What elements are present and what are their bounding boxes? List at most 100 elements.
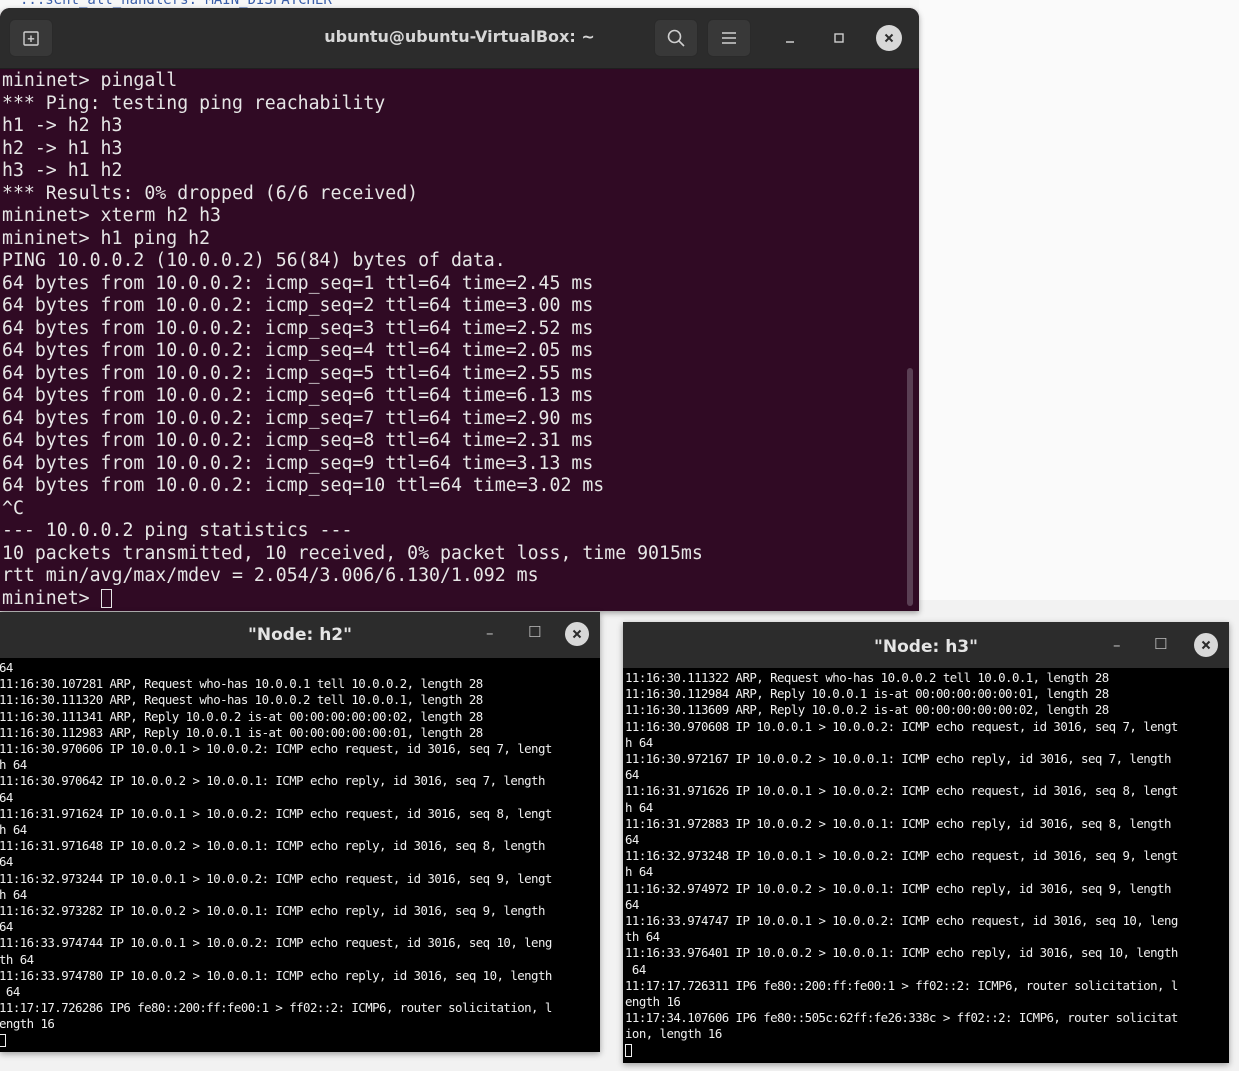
terminal-line: *** Ping: testing ping reachability bbox=[2, 92, 386, 114]
terminal-line: 64 bbox=[625, 896, 639, 912]
maximize-icon bbox=[834, 33, 844, 43]
xterm-h2-window[interactable]: "Node: h2" – ☐ 64 11:16:30.107281 ARP, Re… bbox=[0, 612, 600, 1052]
text-cursor bbox=[0, 1033, 6, 1047]
terminal-line: th 64 bbox=[625, 929, 660, 945]
background-desktop bbox=[919, 0, 1239, 600]
terminal-line: 64 bytes from 10.0.0.2: icmp_seq=7 ttl=6… bbox=[2, 407, 594, 429]
terminal-line: h2 -> h1 h3 bbox=[2, 137, 123, 159]
terminal-line: 64 bbox=[0, 660, 13, 675]
terminal-line: 11:17:34.107606 IP6 fe80::505c:62ff:fe26… bbox=[625, 1010, 1178, 1026]
terminal-line: 11:16:32.973244 IP 10.0.0.1 > 10.0.0.2: … bbox=[0, 870, 552, 886]
prompt-line[interactable] bbox=[625, 1043, 1229, 1059]
terminal-line: 11:16:33.974744 IP 10.0.0.1 > 10.0.0.2: … bbox=[0, 935, 552, 951]
terminal-line: 11:16:30.972167 IP 10.0.0.2 > 10.0.0.1: … bbox=[625, 751, 1171, 767]
close-icon bbox=[1201, 640, 1211, 650]
terminal-line: ength 16 bbox=[0, 1016, 55, 1032]
terminal-line: 11:16:30.970608 IP 10.0.0.1 > 10.0.0.2: … bbox=[625, 718, 1178, 734]
xterm-h2-output[interactable]: 64 11:16:30.107281 ARP, Request who-has 1… bbox=[0, 660, 600, 1049]
terminal-line: h 64 bbox=[625, 864, 653, 880]
xterm-h3-output[interactable]: 11:16:30.111322 ARP, Request who-has 10.… bbox=[625, 670, 1229, 1059]
terminal-line: 11:16:33.976401 IP 10.0.0.2 > 10.0.0.1: … bbox=[625, 945, 1178, 961]
terminal-line: h 64 bbox=[625, 799, 653, 815]
xterm-h3-maximize-icon[interactable]: ☐ bbox=[1154, 635, 1167, 653]
xterm-h3-title: "Node: h3" bbox=[874, 637, 978, 657]
terminal-line: th 64 bbox=[0, 951, 34, 967]
terminal-line: 11:16:31.972883 IP 10.0.0.2 > 10.0.0.1: … bbox=[625, 815, 1171, 831]
minimize-button[interactable] bbox=[777, 25, 803, 51]
close-button[interactable] bbox=[876, 25, 902, 51]
terminal-window[interactable]: ubuntu@ubuntu-VirtualBox: ~ mininet> pin… bbox=[0, 8, 919, 611]
terminal-line: *** Results: 0% dropped (6/6 received) bbox=[2, 182, 419, 204]
terminal-line: mininet> h1 ping h2 bbox=[2, 227, 211, 249]
terminal-line: 10 packets transmitted, 10 received, 0% … bbox=[2, 542, 703, 564]
terminal-line: 64 bytes from 10.0.0.2: icmp_seq=4 ttl=6… bbox=[2, 340, 594, 361]
terminal-line: 11:16:30.970642 IP 10.0.0.2 > 10.0.0.1: … bbox=[0, 773, 545, 789]
terminal-line: 64 bbox=[625, 961, 646, 977]
terminal-line: 11:16:32.974972 IP 10.0.0.2 > 10.0.0.1: … bbox=[625, 880, 1171, 896]
terminal-line: rtt min/avg/max/mdev = 2.054/3.006/6.130… bbox=[2, 565, 539, 586]
terminal-line: 11:16:30.112984 ARP, Reply 10.0.0.1 is-a… bbox=[625, 686, 1109, 702]
prompt-line[interactable]: mininet> bbox=[2, 588, 902, 611]
terminal-line: 11:16:32.973248 IP 10.0.0.1 > 10.0.0.2: … bbox=[625, 848, 1178, 864]
terminal-line: 64 bytes from 10.0.0.2: icmp_seq=6 ttl=6… bbox=[2, 385, 594, 406]
terminal-header-bar[interactable]: ubuntu@ubuntu-VirtualBox: ~ bbox=[0, 8, 919, 69]
terminal-line: 11:16:30.107281 ARP, Request who-has 10.… bbox=[0, 676, 483, 692]
terminal-line: 11:16:33.974780 IP 10.0.0.2 > 10.0.0.1: … bbox=[0, 967, 552, 983]
xterm-h2-close-button[interactable] bbox=[565, 622, 589, 646]
terminal-line: 11:16:31.971624 IP 10.0.0.1 > 10.0.0.2: … bbox=[0, 805, 552, 821]
xterm-h3-minimize-icon[interactable]: – bbox=[1113, 636, 1121, 654]
terminal-line: 11:16:30.113609 ARP, Reply 10.0.0.2 is-a… bbox=[625, 702, 1109, 718]
xterm-h2-minimize-icon[interactable]: – bbox=[486, 624, 494, 642]
terminal-line: ion, length 16 bbox=[625, 1026, 722, 1042]
search-button[interactable] bbox=[654, 19, 698, 57]
terminal-line: 11:16:30.111322 ARP, Request who-has 10.… bbox=[625, 670, 1109, 685]
terminal-line: 11:16:31.971648 IP 10.0.0.2 > 10.0.0.1: … bbox=[0, 838, 545, 854]
search-icon bbox=[667, 29, 685, 47]
terminal-line: 64 bbox=[625, 767, 639, 783]
terminal-line: mininet> xterm h2 h3 bbox=[2, 205, 221, 226]
terminal-line: 11:16:31.971626 IP 10.0.0.1 > 10.0.0.2: … bbox=[625, 783, 1178, 799]
terminal-line: 64 bytes from 10.0.0.2: icmp_seq=9 ttl=6… bbox=[2, 452, 594, 474]
xterm-h3-close-button[interactable] bbox=[1194, 633, 1218, 657]
terminal-line: 11:16:30.112983 ARP, Reply 10.0.0.1 is-a… bbox=[0, 724, 483, 740]
terminal-line: ^C bbox=[2, 497, 24, 519]
xterm-h2-title: "Node: h2" bbox=[248, 625, 352, 645]
terminal-line: 11:16:33.974747 IP 10.0.0.1 > 10.0.0.2: … bbox=[625, 913, 1178, 929]
menu-button[interactable] bbox=[707, 19, 751, 57]
terminal-output[interactable]: mininet> pingall *** Ping: testing ping r… bbox=[2, 70, 902, 610]
close-icon bbox=[572, 629, 582, 639]
terminal-line: 64 bytes from 10.0.0.2: icmp_seq=2 ttl=6… bbox=[2, 295, 594, 316]
terminal-line: PING 10.0.0.2 (10.0.0.2) 56(84) bytes of… bbox=[2, 250, 506, 271]
terminal-line: 64 bytes from 10.0.0.2: icmp_seq=5 ttl=6… bbox=[2, 362, 594, 384]
xterm-h2-maximize-icon[interactable]: ☐ bbox=[528, 623, 541, 641]
terminal-line: h 64 bbox=[0, 886, 27, 902]
maximize-button[interactable] bbox=[826, 25, 852, 51]
xterm-h3-window[interactable]: "Node: h3" – ☐ 11:16:30.111322 ARP, Requ… bbox=[623, 622, 1229, 1063]
minimize-icon bbox=[786, 41, 794, 43]
xterm-h2-header[interactable]: "Node: h2" – ☐ bbox=[0, 612, 600, 658]
terminal-line: 64 bytes from 10.0.0.2: icmp_seq=8 ttl=6… bbox=[2, 430, 594, 451]
background-partial-text: ...sent_all_handlers: MAIN_DISPATCHER bbox=[20, 0, 332, 8]
terminal-line: 64 bbox=[625, 832, 639, 848]
text-cursor bbox=[100, 588, 112, 608]
terminal-line: 11:16:30.111341 ARP, Reply 10.0.0.2 is-a… bbox=[0, 708, 483, 724]
terminal-line: 64 bbox=[0, 789, 13, 805]
terminal-line: 11:17:17.726286 IP6 fe80::200:ff:fe00:1 … bbox=[0, 1000, 552, 1016]
terminal-line: 64 bbox=[0, 984, 20, 1000]
text-cursor bbox=[625, 1043, 632, 1057]
terminal-line: 11:17:17.726311 IP6 fe80::200:ff:fe00:1 … bbox=[625, 977, 1178, 993]
terminal-line: 64 bbox=[0, 854, 13, 870]
terminal-line: 64 bytes from 10.0.0.2: icmp_seq=1 ttl=6… bbox=[2, 272, 594, 294]
terminal-line: 64 bytes from 10.0.0.2: icmp_seq=10 ttl=… bbox=[2, 475, 605, 496]
terminal-line: h 64 bbox=[0, 822, 27, 838]
terminal-line: 64 bbox=[0, 919, 13, 935]
terminal-line: h 64 bbox=[625, 734, 653, 750]
terminal-line: --- 10.0.0.2 ping statistics --- bbox=[2, 520, 353, 541]
terminal-scrollbar[interactable] bbox=[907, 368, 913, 606]
prompt-line[interactable] bbox=[0, 1033, 600, 1049]
terminal-line: 11:16:32.973282 IP 10.0.0.2 > 10.0.0.1: … bbox=[0, 903, 545, 919]
terminal-line: 11:16:30.111320 ARP, Request who-has 10.… bbox=[0, 692, 483, 708]
xterm-h3-header[interactable]: "Node: h3" – ☐ bbox=[623, 622, 1229, 668]
terminal-line: 11:16:30.970606 IP 10.0.0.1 > 10.0.0.2: … bbox=[0, 741, 552, 757]
terminal-line: mininet> pingall bbox=[2, 70, 178, 91]
